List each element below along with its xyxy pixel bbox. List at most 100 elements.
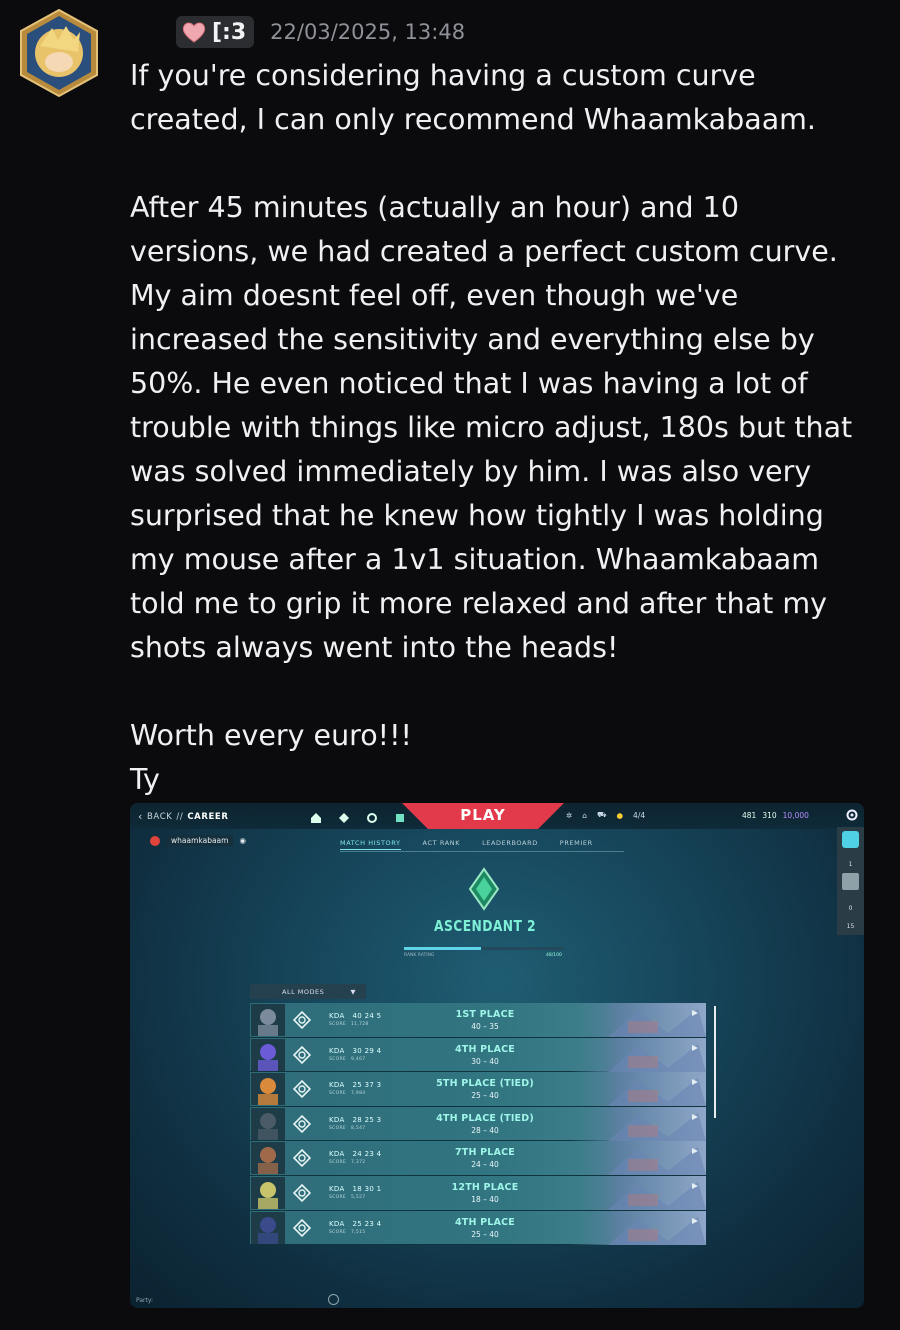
kda-line: KDA 18 30 1 — [329, 1185, 389, 1193]
rank-rating-label: RANK RATING — [404, 953, 435, 958]
report-icon[interactable] — [691, 1078, 699, 1086]
kda-label: KDA — [329, 1184, 345, 1193]
agent-portrait — [251, 1107, 285, 1140]
kda-value: 24 23 4 — [352, 1150, 382, 1159]
party-label: Party: — [136, 1297, 153, 1304]
tab-act-rank[interactable]: ACT RANK — [423, 839, 461, 850]
store-icon[interactable]: ⌂ — [582, 811, 587, 820]
match-placement: 4TH PLACE — [455, 1216, 515, 1228]
score-label: SCORE — [329, 1056, 347, 1062]
match-row[interactable]: KDA 40 24 5 SCORE 11,728 1ST PLACE 40 – 35 — [250, 1003, 706, 1038]
match-score: 25 – 40 — [471, 1091, 499, 1101]
home-icon[interactable] — [310, 809, 322, 823]
match-row[interactable]: KDA 18 30 1 SCORE 5,527 12TH PLACE 18 – 40 — [250, 1175, 706, 1211]
score-label: SCORE — [329, 1160, 347, 1166]
mode-filter-label: ALL MODES — [282, 987, 325, 996]
user-avatar[interactable] — [18, 8, 100, 98]
match-row[interactable]: KDA 25 23 4 SCORE 7,515 4TH PLACE 25 – 40 — [250, 1210, 706, 1246]
report-icon[interactable] — [691, 1044, 699, 1052]
agent-portrait — [251, 1004, 285, 1036]
report-icon[interactable] — [691, 1217, 699, 1225]
friend-avatar[interactable] — [842, 873, 859, 890]
sidebar-count: 0 — [848, 905, 853, 912]
match-row[interactable]: KDA 30 29 4 SCORE 9,467 4TH PLACE 30 – 40 — [250, 1037, 706, 1073]
sidebar-count: 1 — [848, 861, 853, 868]
agent-portrait — [251, 1073, 285, 1106]
score-value: 9,467 — [351, 1056, 366, 1062]
score-label: SCORE — [329, 1194, 347, 1200]
attached-screenshot[interactable]: ‹ BACK // CAREER PLAY ✲ ⌂ ⛟ ● 4/4 481 31… — [130, 803, 864, 1308]
score-line: SCORE 7,515 — [329, 1230, 370, 1235]
battlepass-icon[interactable] — [394, 809, 406, 822]
agent-portrait — [251, 1142, 285, 1175]
kda-line: KDA 28 25 3 — [329, 1116, 389, 1124]
score-line: SCORE 8,547 — [329, 1126, 370, 1131]
report-icon[interactable] — [691, 1113, 699, 1121]
gear-icon[interactable] — [845, 808, 859, 822]
score-value: 7,515 — [351, 1229, 366, 1235]
report-icon[interactable] — [691, 1147, 699, 1155]
party-icon[interactable] — [328, 1294, 339, 1305]
match-score: 40 – 35 — [471, 1022, 499, 1031]
timestamp: 22/03/2025, 13:48 — [270, 20, 466, 44]
cart-icon[interactable]: ⛟ — [597, 810, 606, 820]
kda-label: KDA — [329, 1150, 345, 1159]
back-link[interactable]: ‹ BACK // CAREER — [138, 810, 228, 823]
back-label: BACK — [147, 811, 173, 822]
mode-icon — [293, 1045, 311, 1064]
match-score: 30 – 40 — [471, 1056, 499, 1066]
collection-icon[interactable]: ✲ — [566, 811, 572, 820]
kingdom-count: 310 — [762, 811, 777, 820]
party-count: 4/4 — [633, 810, 646, 820]
score-line: SCORE 5,527 — [329, 1195, 370, 1200]
mode-icon — [293, 1114, 311, 1133]
tab-match-history[interactable]: MATCH HISTORY — [340, 839, 401, 850]
map-thumbnail — [568, 1106, 706, 1141]
rank-rating-bar — [404, 947, 564, 950]
kda-value: 28 25 3 — [352, 1115, 382, 1124]
currency-bar: 481 310 10,000 — [742, 811, 809, 820]
report-icon[interactable] — [691, 1009, 699, 1017]
kda-label: KDA — [329, 1081, 345, 1090]
agents-icon[interactable] — [338, 809, 350, 823]
kda-line: KDA 40 24 5 — [329, 1012, 389, 1020]
match-placement: 1ST PLACE — [455, 1009, 515, 1020]
match-score: 28 – 40 — [471, 1125, 499, 1135]
scrollbar[interactable] — [714, 1006, 716, 1118]
kda-label: KDA — [329, 1219, 345, 1228]
match-row[interactable]: KDA 24 23 4 SCORE 7,372 7TH PLACE 24 – 40 — [250, 1141, 706, 1176]
server-tag[interactable]: [:3 — [176, 16, 255, 48]
match-row[interactable]: KDA 28 25 3 SCORE 8,547 4TH PLACE (TIED) 2… — [250, 1106, 706, 1142]
mode-icon — [293, 1183, 311, 1202]
career-icon[interactable] — [366, 809, 378, 823]
match-score: 24 – 40 — [471, 1160, 499, 1170]
agent-portrait — [251, 1038, 285, 1071]
breadcrumb-separator: // — [176, 811, 184, 822]
tab-premier[interactable]: PREMIER — [560, 839, 593, 850]
score-line: SCORE 11,728 — [329, 1022, 374, 1027]
score-label: SCORE — [329, 1229, 347, 1235]
sidebar-count: 15 — [846, 923, 855, 930]
mode-filter-dropdown[interactable]: ALL MODES ▼ — [250, 984, 366, 999]
mode-icon — [293, 1218, 311, 1237]
tab-leaderboard[interactable]: LEADERBOARD — [482, 839, 538, 850]
score-line: SCORE 7,984 — [329, 1091, 370, 1096]
kda-line: KDA 25 23 4 — [329, 1220, 389, 1228]
player-card[interactable]: whaamkabaam ◉ — [150, 835, 246, 846]
kda-label: KDA — [329, 1046, 345, 1055]
kda-line: KDA 25 37 3 — [329, 1081, 389, 1089]
report-icon[interactable] — [691, 1182, 699, 1190]
map-thumbnail — [568, 1037, 706, 1072]
valorant-logo-icon — [842, 831, 859, 848]
eye-icon[interactable]: ◉ — [239, 836, 246, 845]
match-placement: 5TH PLACE (TIED) — [436, 1078, 534, 1090]
social-icon[interactable]: ● — [617, 811, 624, 820]
message-paragraph: After 45 minutes (actually an hour) and … — [130, 191, 853, 664]
score-line: SCORE 7,372 — [329, 1160, 370, 1165]
message-body: If you're considering having a custom cu… — [130, 54, 870, 802]
score-value: 5,527 — [351, 1194, 366, 1200]
score-label: SCORE — [329, 1125, 347, 1131]
play-button[interactable]: PLAY — [402, 803, 564, 829]
social-sidebar[interactable]: 1 0 15 — [837, 827, 864, 935]
match-row[interactable]: KDA 25 37 3 SCORE 7,984 5TH PLACE (TIED) 2… — [250, 1072, 706, 1107]
